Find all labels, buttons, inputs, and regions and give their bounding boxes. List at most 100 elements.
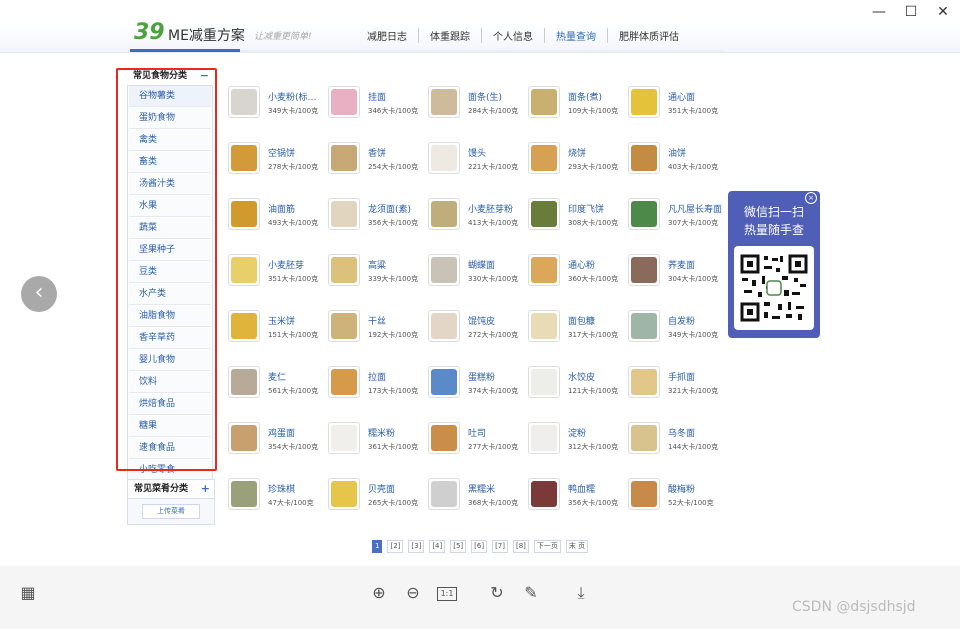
food-name-link[interactable]: 麦仁 <box>268 370 286 383</box>
food-name-link[interactable]: 油面筋 <box>268 202 295 215</box>
food-name-link[interactable]: 拉面 <box>368 370 386 383</box>
actual-size-icon[interactable]: 1:1 <box>437 587 457 601</box>
food-name-link[interactable]: 通心面 <box>668 90 695 103</box>
logo-number[interactable]: 39 <box>134 20 165 45</box>
food-name-link[interactable]: 凡凡屋长寿面 <box>668 202 722 215</box>
food-thumbnail[interactable] <box>328 422 360 454</box>
page-link[interactable]: [3] <box>408 540 425 553</box>
page-link[interactable]: 下一页 <box>533 540 561 553</box>
food-item[interactable]: 淀粉 312大卡/100克 <box>528 422 628 462</box>
food-name-link[interactable]: 乌冬面 <box>668 426 695 439</box>
nav-item-obesity-assessment[interactable]: 肥胖体质评估 <box>607 28 690 43</box>
close-window-button[interactable]: ✕ <box>928 2 958 22</box>
food-item[interactable]: 馄饨皮 272大卡/100克 <box>428 310 528 350</box>
food-name-link[interactable]: 油饼 <box>668 146 686 159</box>
food-name-link[interactable]: 水饺皮 <box>568 370 595 383</box>
logo-text[interactable]: ME减重方案 <box>168 25 245 45</box>
food-thumbnail[interactable] <box>528 366 560 398</box>
food-item[interactable]: 香饼 254大卡/100克 <box>328 142 428 182</box>
food-name-link[interactable]: 香饼 <box>368 146 386 159</box>
food-thumbnail[interactable] <box>528 422 560 454</box>
download-icon[interactable]: ⤓ <box>571 583 591 603</box>
food-name-link[interactable]: 面包糠 <box>568 314 595 327</box>
food-item[interactable]: 珍珠棋 47大卡/100克 <box>228 478 328 518</box>
food-item[interactable]: 干丝 192大卡/100克 <box>328 310 428 350</box>
food-thumbnail[interactable] <box>328 254 360 286</box>
food-item[interactable]: 黑糯米 368大卡/100克 <box>428 478 528 518</box>
food-name-link[interactable]: 馒头 <box>468 146 486 159</box>
food-thumbnail[interactable] <box>328 366 360 398</box>
food-thumbnail[interactable] <box>528 254 560 286</box>
food-name-link[interactable]: 荞麦面 <box>668 258 695 271</box>
page-link[interactable]: [7] <box>492 540 508 553</box>
food-item[interactable]: 玉米饼 151大卡/100克 <box>228 310 328 350</box>
food-name-link[interactable]: 蝴蝶面 <box>468 258 495 271</box>
food-name-link[interactable]: 烧饼 <box>568 146 586 159</box>
food-thumbnail[interactable] <box>328 142 360 174</box>
minimize-button[interactable]: — <box>864 2 894 22</box>
page-link[interactable]: [4] <box>429 540 446 553</box>
food-thumbnail[interactable] <box>228 422 260 454</box>
food-item[interactable]: 乌冬面 144大卡/100克 <box>628 422 728 462</box>
food-thumbnail[interactable] <box>528 478 560 510</box>
page-link[interactable]: [5] <box>450 540 467 553</box>
food-thumbnail[interactable] <box>428 86 460 118</box>
food-item[interactable]: 印度飞饼 308大卡/100克 <box>528 198 628 238</box>
food-thumbnail[interactable] <box>328 198 360 230</box>
food-thumbnail[interactable] <box>228 366 260 398</box>
food-thumbnail[interactable] <box>428 310 460 342</box>
zoom-in-icon[interactable]: ⊕ <box>369 583 389 603</box>
food-name-link[interactable]: 高粱 <box>368 258 386 271</box>
food-thumbnail[interactable] <box>628 142 660 174</box>
food-name-link[interactable]: 干丝 <box>368 314 386 327</box>
food-item[interactable]: 油面筋 493大卡/100克 <box>228 198 328 238</box>
food-item[interactable]: 通心面 351大卡/100克 <box>628 86 728 126</box>
food-name-link[interactable]: 珍珠棋 <box>268 482 295 495</box>
food-item[interactable]: 凡凡屋长寿面 307大卡/100克 <box>628 198 728 238</box>
food-thumbnail[interactable] <box>228 142 260 174</box>
food-thumbnail[interactable] <box>528 86 560 118</box>
food-thumbnail[interactable] <box>428 142 460 174</box>
food-name-link[interactable]: 鸭血糯 <box>568 482 595 495</box>
food-item[interactable]: 馒头 221大卡/100克 <box>428 142 528 182</box>
food-thumbnail[interactable] <box>528 198 560 230</box>
food-thumbnail[interactable] <box>428 422 460 454</box>
food-name-link[interactable]: 吐司 <box>468 426 486 439</box>
food-item[interactable]: 鸭血糯 356大卡/100克 <box>528 478 628 518</box>
food-name-link[interactable]: 龙须面(素) <box>368 202 411 215</box>
food-thumbnail[interactable] <box>228 478 260 510</box>
expand-icon[interactable]: + <box>201 480 210 498</box>
food-name-link[interactable]: 玉米饼 <box>268 314 295 327</box>
nav-item-weight-tracking[interactable]: 体重跟踪 <box>418 28 481 43</box>
food-item[interactable]: 吐司 277大卡/100克 <box>428 422 528 462</box>
page-link[interactable]: [8] <box>513 540 529 553</box>
food-name-link[interactable]: 空锅饼 <box>268 146 295 159</box>
food-name-link[interactable]: 蛋糕粉 <box>468 370 495 383</box>
food-thumbnail[interactable] <box>528 142 560 174</box>
food-item[interactable]: 小麦胚芽粉 413大卡/100克 <box>428 198 528 238</box>
food-name-link[interactable]: 印度飞饼 <box>568 202 604 215</box>
food-name-link[interactable]: 馄饨皮 <box>468 314 495 327</box>
food-name-link[interactable]: 小麦胚芽粉 <box>468 202 513 215</box>
food-thumbnail[interactable] <box>628 86 660 118</box>
food-item[interactable]: 面包糠 317大卡/100克 <box>528 310 628 350</box>
food-name-link[interactable]: 淀粉 <box>568 426 586 439</box>
food-thumbnail[interactable] <box>328 478 360 510</box>
food-thumbnail[interactable] <box>628 366 660 398</box>
zoom-out-icon[interactable]: ⊖ <box>403 583 423 603</box>
food-name-link[interactable]: 鸡蛋面 <box>268 426 295 439</box>
food-item[interactable]: 通心粉 360大卡/100克 <box>528 254 628 294</box>
food-thumbnail[interactable] <box>428 478 460 510</box>
food-name-link[interactable]: 黑糯米 <box>468 482 495 495</box>
food-thumbnail[interactable] <box>228 198 260 230</box>
food-thumbnail[interactable] <box>628 254 660 286</box>
food-item[interactable]: 糯米粉 361大卡/100克 <box>328 422 428 462</box>
upload-dish-button[interactable]: 上传菜肴 <box>142 504 200 519</box>
food-name-link[interactable]: 通心粉 <box>568 258 595 271</box>
food-thumbnail[interactable] <box>228 254 260 286</box>
food-item[interactable]: 小麦粉(标… 349大卡/100克 <box>228 86 328 126</box>
food-item[interactable]: 水饺皮 121大卡/100克 <box>528 366 628 406</box>
edit-icon[interactable]: ✎ <box>521 583 541 603</box>
page-link[interactable]: 末 页 <box>565 540 589 553</box>
maximize-button[interactable]: ☐ <box>896 2 926 22</box>
